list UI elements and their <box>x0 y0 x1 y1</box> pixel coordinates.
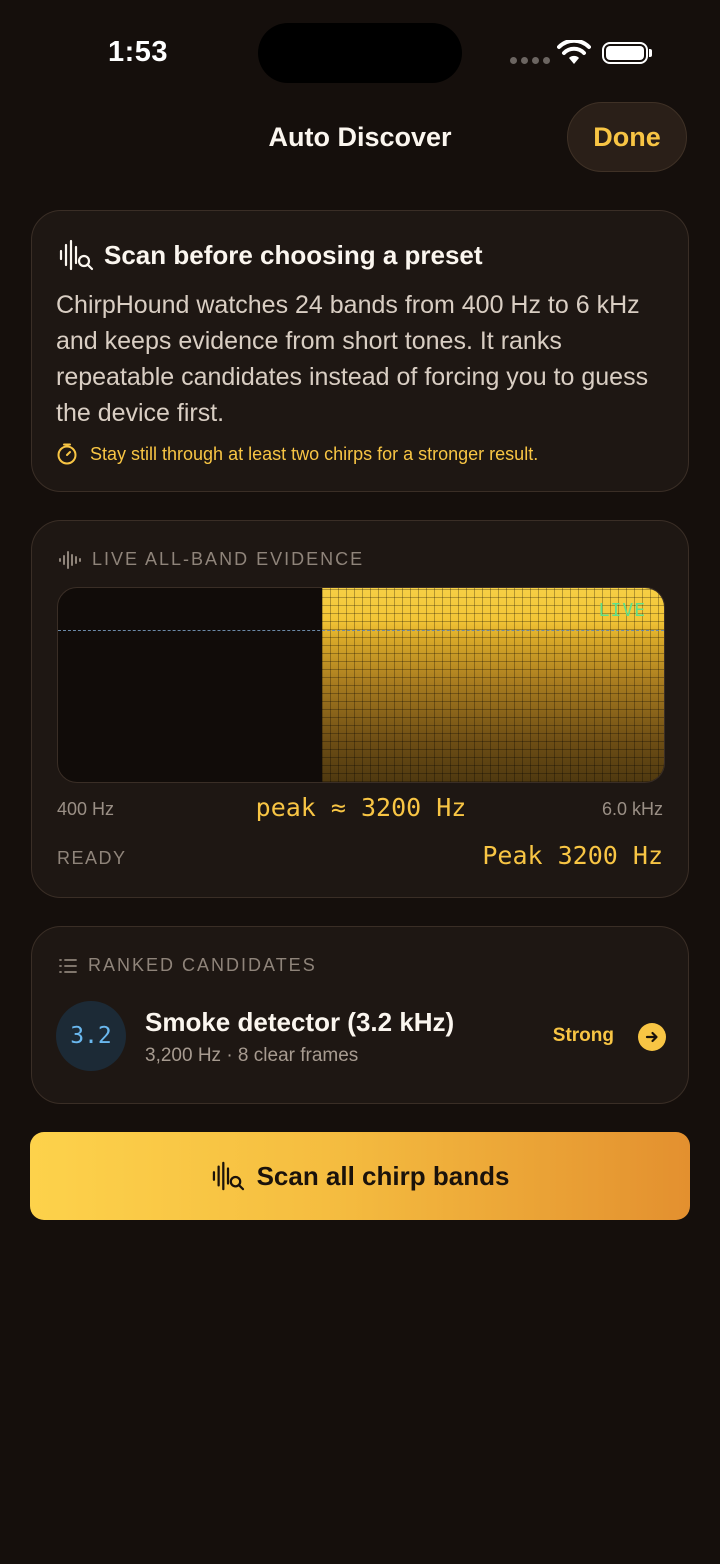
evidence-card: LIVE ALL-BAND EVIDENCE LIVE 400 Hz peak … <box>31 520 689 898</box>
timer-icon <box>57 443 77 465</box>
wifi-icon <box>557 40 591 64</box>
intro-body: ChirpHound watches 24 bands from 400 Hz … <box>56 291 649 427</box>
peak-estimate: peak ≈ 3200 Hz <box>255 793 467 822</box>
intro-title: Scan before choosing a preset <box>104 239 483 270</box>
intro-card: Scan before choosing a preset ChirpHound… <box>31 210 689 492</box>
peak-readout: Peak 3200 Hz <box>482 841 663 870</box>
candidates-card: RANKED CANDIDATES 3.2 Smoke detector (3.… <box>31 926 689 1104</box>
status-bar: 1:53 <box>0 0 720 100</box>
waveform-search-icon <box>59 239 94 271</box>
spectrum-visualizer: LIVE <box>57 587 665 783</box>
evidence-section-label: LIVE ALL-BAND EVIDENCE <box>58 549 364 570</box>
intro-tip-text: Stay still through at least two chirps f… <box>90 443 539 464</box>
candidates-section-label: RANKED CANDIDATES <box>58 955 317 976</box>
cellular-signal-icon <box>510 57 550 64</box>
live-tag: LIVE <box>598 600 646 621</box>
intro-tip: Stay still through at least two chirps f… <box>56 443 538 465</box>
peak-threshold-line <box>58 630 664 631</box>
battery-icon <box>602 42 652 64</box>
candidate-title: Smoke detector (3.2 kHz) <box>145 1007 455 1037</box>
arrow-right-icon[interactable] <box>638 1023 666 1051</box>
candidates-section-title: RANKED CANDIDATES <box>88 955 317 975</box>
scan-button-label: Scan all chirp bands <box>256 1160 510 1191</box>
dynamic-island <box>258 23 462 83</box>
scan-all-bands-button[interactable]: Scan all chirp bands <box>30 1132 690 1220</box>
evidence-section-title: LIVE ALL-BAND EVIDENCE <box>92 549 365 569</box>
scan-state-label: READY <box>57 848 127 868</box>
candidate-row[interactable]: 3.2 Smoke detector (3.2 kHz) 3,200 Hz · … <box>56 1001 666 1071</box>
candidate-strength: Strong <box>552 1025 614 1046</box>
axis-max-label: 6.0 kHz <box>601 799 663 819</box>
candidate-frequency-badge: 3.2 <box>56 1001 126 1071</box>
list-icon <box>59 958 77 973</box>
intro-header: Scan before choosing a preset <box>58 239 483 271</box>
status-time: 1:53 <box>108 36 169 68</box>
done-button[interactable]: Done <box>567 102 687 172</box>
waveform-icon <box>59 550 81 569</box>
waveform-search-icon <box>212 1161 244 1191</box>
candidate-subtitle: 3,200 Hz · 8 clear frames <box>145 1045 359 1066</box>
